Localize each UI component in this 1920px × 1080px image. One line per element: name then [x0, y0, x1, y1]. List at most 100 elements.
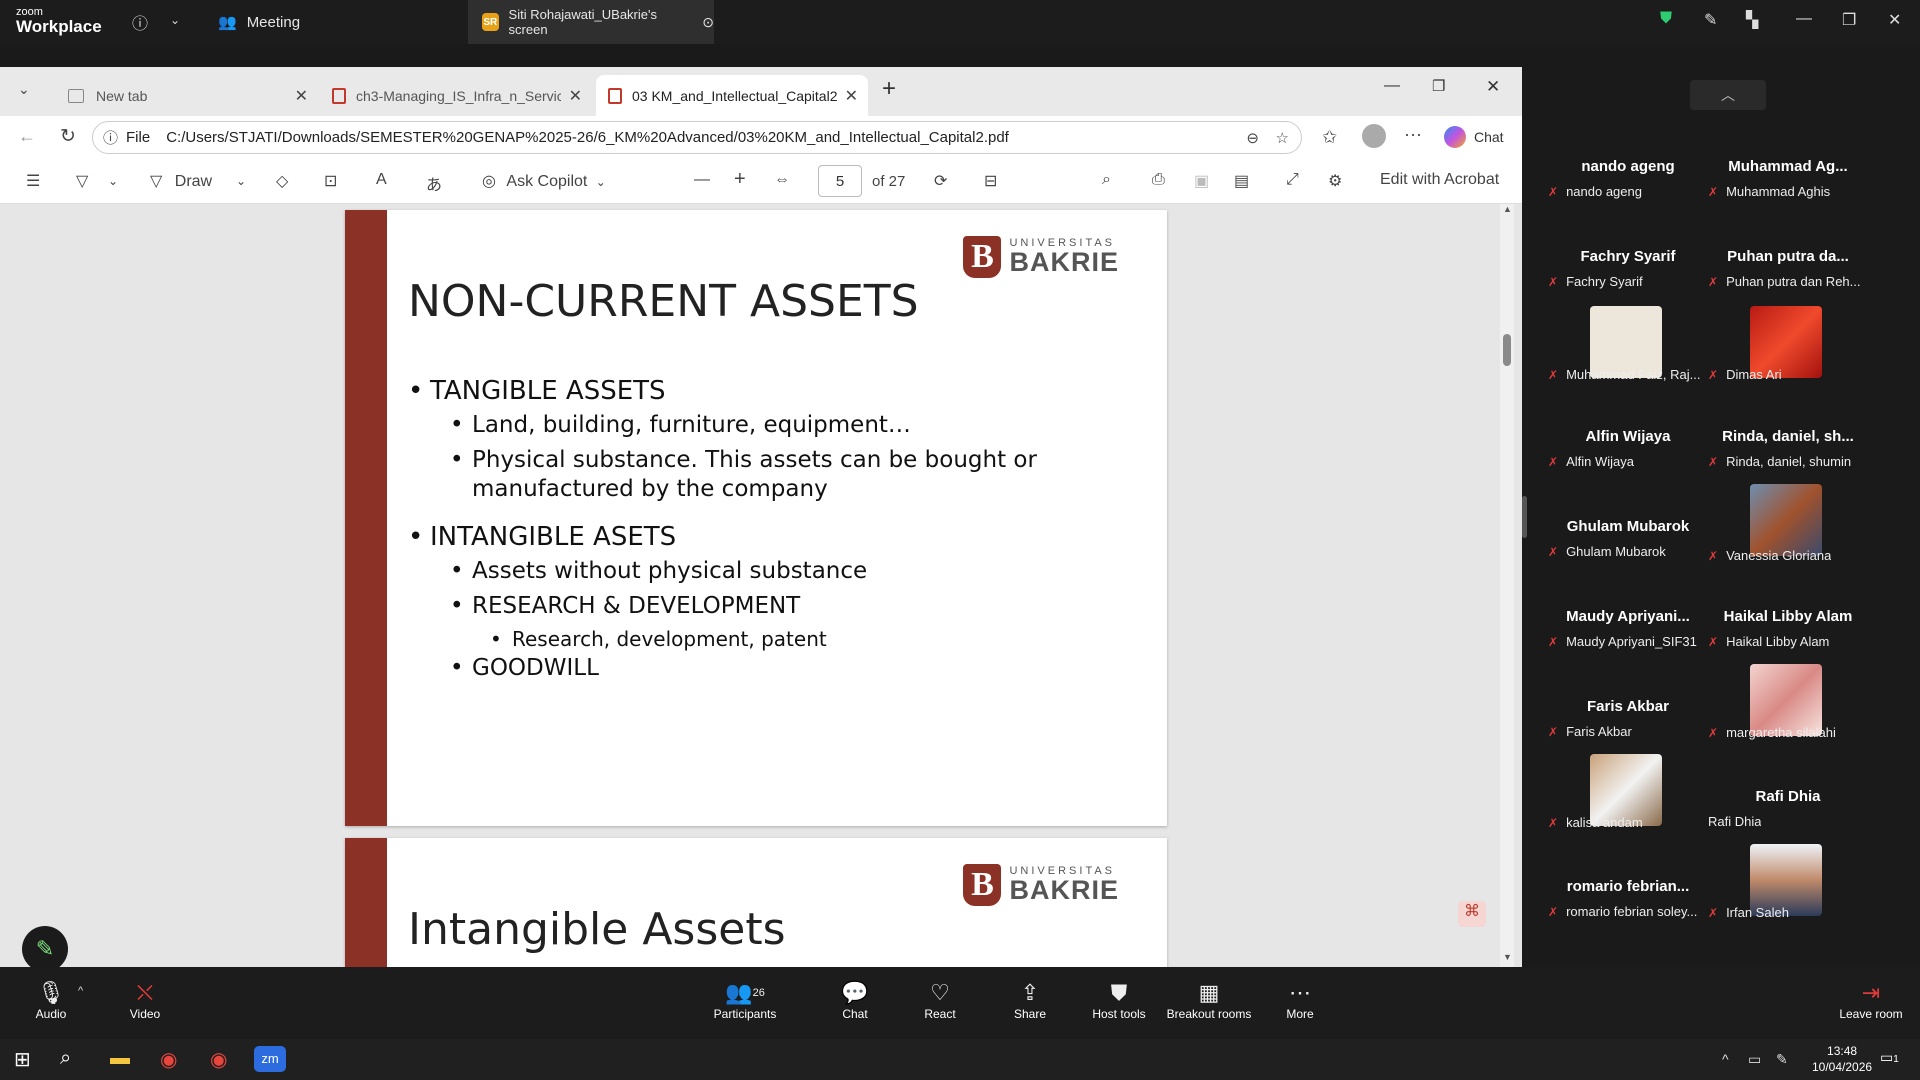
- participant-tile[interactable]: Muhammad Ag... ✗ Muhammad Aghis: [1708, 144, 1868, 234]
- gear-icon[interactable]: ⚙: [1328, 171, 1342, 191]
- translate-icon[interactable]: あ: [426, 171, 442, 195]
- participant-tile[interactable]: ✗ Dimas Ari: [1708, 306, 1868, 416]
- zoom-brand: Workplace: [16, 17, 102, 36]
- eraser-icon[interactable]: ◇: [276, 171, 288, 191]
- page-view-icon[interactable]: ⊟: [984, 171, 997, 191]
- participant-tile[interactable]: ✗ kalisa andam: [1548, 754, 1708, 864]
- draw-button[interactable]: ▽ Draw: [150, 171, 212, 191]
- minimize-button[interactable]: —: [1796, 10, 1812, 28]
- shield-icon[interactable]: ⛊: [1660, 10, 1672, 28]
- close-icon[interactable]: ✕: [569, 86, 582, 106]
- contents-icon[interactable]: ☰: [26, 171, 40, 191]
- participant-tile[interactable]: nando ageng ✗ nando ageng: [1548, 144, 1708, 234]
- page-number-input[interactable]: 5: [818, 165, 862, 197]
- fit-width-icon[interactable]: ⇔: [774, 171, 790, 189]
- zoom-in-icon[interactable]: +: [734, 168, 746, 191]
- acrobat-icon[interactable]: ⌘: [1458, 901, 1486, 927]
- pen-icon[interactable]: ✎: [1776, 1051, 1788, 1068]
- search-icon[interactable]: ⌕: [60, 1047, 71, 1070]
- participant-tile[interactable]: ✗ Irfan Saleh: [1708, 844, 1868, 954]
- more-button[interactable]: ⋯ More: [1255, 979, 1345, 1021]
- pen-icon[interactable]: ✎: [1704, 10, 1717, 30]
- meeting-tab[interactable]: 👥 Meeting: [218, 0, 300, 44]
- chevron-down-icon[interactable]: ⌄: [108, 174, 118, 188]
- gallery-resize-handle[interactable]: [1522, 496, 1527, 538]
- zoom-out-icon[interactable]: —: [694, 171, 710, 189]
- text-box-icon[interactable]: ⊡: [324, 171, 337, 191]
- chevron-down-icon[interactable]: ⌄: [236, 174, 246, 188]
- minimize-button[interactable]: —: [1384, 77, 1400, 95]
- notification-button[interactable]: ▭1: [1880, 1049, 1899, 1066]
- save-as-icon[interactable]: ▤: [1234, 171, 1249, 191]
- favorites-icon[interactable]: ✩: [1322, 127, 1337, 148]
- participant-label: Irfan Saleh: [1726, 905, 1789, 920]
- host-tools-button[interactable]: ⛊ Host tools: [1074, 979, 1164, 1021]
- copilot-chat-button[interactable]: Chat: [1444, 122, 1504, 152]
- scroll-down-icon[interactable]: ▼: [1503, 952, 1512, 962]
- network-icon[interactable]: ▭: [1748, 1051, 1761, 1068]
- close-button[interactable]: ✕: [1888, 10, 1901, 30]
- more-icon[interactable]: ···: [1404, 124, 1422, 145]
- search-icon[interactable]: ⌕: [1102, 171, 1111, 189]
- participant-tile[interactable]: Ghulam Mubarok ✗ Ghulam Mubarok: [1548, 504, 1708, 594]
- ask-copilot-button[interactable]: ◎ Ask Copilot ⌄: [482, 171, 606, 191]
- back-icon[interactable]: ←: [18, 126, 36, 147]
- info-icon[interactable]: ⓘ: [132, 10, 148, 34]
- participants-button[interactable]: 👥26 Participants: [700, 979, 790, 1021]
- chevron-up-icon[interactable]: ^: [78, 985, 83, 997]
- restore-button[interactable]: ❐: [1432, 77, 1445, 95]
- annotate-pen-button[interactable]: ✎: [22, 926, 68, 967]
- close-icon[interactable]: ✕: [845, 86, 858, 106]
- participant-gallery: ︿ nando ageng ✗ nando ageng Muhammad Ag...…: [1522, 44, 1920, 967]
- chrome-icon[interactable]: ◉: [160, 1047, 177, 1072]
- star-icon[interactable]: ☆: [1276, 129, 1289, 147]
- vertical-scrollbar[interactable]: ▲ ▼: [1500, 204, 1514, 967]
- participant-tile[interactable]: Alfin Wijaya ✗ Alfin Wijaya: [1548, 414, 1708, 504]
- edit-with-acrobat-button[interactable]: Edit with Acrobat: [1380, 171, 1499, 189]
- breakout-rooms-button[interactable]: ▦ Breakout rooms: [1164, 979, 1254, 1021]
- tab-ch3[interactable]: ch3-Managing_IS_Infra_n_Services ✕: [320, 75, 592, 116]
- participant-tile[interactable]: ✗ Vanessia Gloriana: [1708, 484, 1868, 594]
- logo-big-text: BAKRIE: [1009, 875, 1119, 905]
- windows-start-icon[interactable]: ⊞: [14, 1047, 31, 1072]
- scrollbar-thumb[interactable]: [1503, 334, 1511, 366]
- close-icon[interactable]: ✕: [295, 86, 308, 106]
- gallery-up-button[interactable]: ︿: [1690, 80, 1766, 110]
- more-options-icon[interactable]: ⊙: [702, 14, 714, 31]
- profile-avatar[interactable]: [1362, 124, 1386, 148]
- clock[interactable]: 13:48 10/04/2026: [1812, 1043, 1872, 1075]
- zoom-title-bar: zoom Workplace ⓘ ⌄ 👥 Meeting SR Siti Roh…: [0, 0, 1920, 44]
- chevron-up-icon[interactable]: ^: [1722, 1051, 1729, 1067]
- react-button[interactable]: ♡ React: [895, 979, 985, 1021]
- participant-tile[interactable]: Maudy Apriyani... ✗ Maudy Apriyani_SIF31: [1548, 594, 1708, 684]
- fullscreen-icon[interactable]: ⤢: [1286, 171, 1299, 189]
- tab-list-icon[interactable]: ⌄: [18, 81, 30, 98]
- leave-room-button[interactable]: ⇥ Leave room: [1826, 979, 1916, 1021]
- browser-tab-strip: ⌄ New tab ✕ ch3-Managing_IS_Infra_n_Serv…: [0, 67, 1522, 116]
- file-explorer-icon[interactable]: ▬: [110, 1047, 130, 1070]
- tab-new-tab[interactable]: New tab ✕: [56, 75, 318, 116]
- participant-tile[interactable]: ✗ Muhammad Faiz, Raj...: [1548, 306, 1708, 416]
- scroll-up-icon[interactable]: ▲: [1503, 204, 1512, 214]
- layout-icon[interactable]: ▚: [1746, 10, 1758, 30]
- tab-km-pdf[interactable]: 03 KM_and_Intellectual_Capital2.pdf ✕: [596, 75, 868, 116]
- zoom-icon[interactable]: ⊖: [1246, 129, 1259, 147]
- video-button[interactable]: ⛌ Video: [100, 979, 190, 1021]
- url-field[interactable]: ⓘ File C:/Users/STJATI/Downloads/SEMESTE…: [92, 121, 1302, 154]
- reload-icon[interactable]: ↻: [60, 125, 76, 148]
- participant-tile[interactable]: romario febrian... ✗ romario febrian soley…: [1548, 864, 1708, 954]
- highlight-icon[interactable]: ▽: [76, 171, 88, 191]
- restore-button[interactable]: ❐: [1842, 10, 1856, 30]
- chrome-icon[interactable]: ◉: [210, 1047, 227, 1072]
- chat-button[interactable]: 💬 Chat: [810, 979, 900, 1021]
- share-tab[interactable]: SR Siti Rohajawati_UBakrie's screen ⊙: [468, 0, 714, 44]
- read-aloud-icon[interactable]: A: [376, 171, 387, 189]
- share-button[interactable]: ⇪ Share: [985, 979, 1075, 1021]
- new-tab-button[interactable]: +: [882, 75, 896, 103]
- participant-tile[interactable]: ✗ margaretha silalahi: [1708, 664, 1868, 774]
- chevron-down-icon[interactable]: ⌄: [170, 13, 180, 27]
- zoom-app-icon[interactable]: zm: [254, 1046, 286, 1072]
- close-button[interactable]: ✕: [1486, 77, 1500, 97]
- rotate-icon[interactable]: ⟳: [934, 171, 947, 191]
- print-icon[interactable]: ⎙: [1152, 171, 1165, 189]
